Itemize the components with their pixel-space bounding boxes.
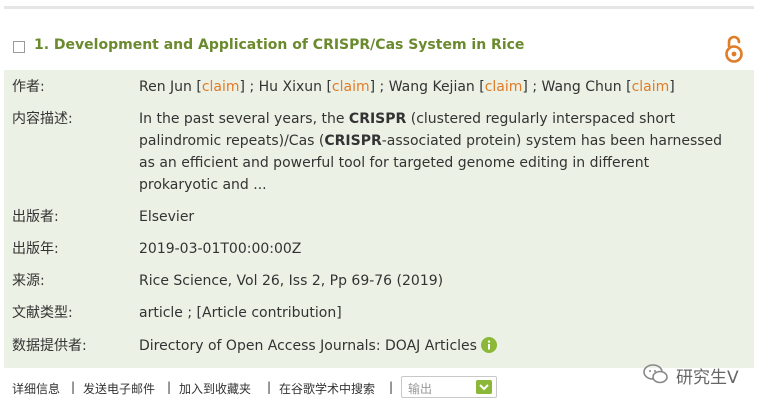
claim-link[interactable]: claim — [202, 79, 240, 95]
send-email-link[interactable]: 发送电子邮件 — [83, 380, 155, 397]
action-separator: | — [71, 380, 76, 394]
source-value: Rice Science, Vol 26, Iss 2, Pp 69-76 (2… — [139, 273, 444, 289]
source-label: 来源: — [12, 273, 45, 289]
watermark-text: 研究生V — [676, 368, 739, 388]
claim-link[interactable]: claim — [485, 79, 523, 95]
chevron-down-icon[interactable] — [476, 380, 492, 394]
author-separator: ; — [375, 79, 389, 95]
description-highlight: CRISPR — [348, 111, 407, 127]
provider-text: Directory of Open Access Journals: DOAJ … — [139, 338, 477, 354]
author-separator: ; — [245, 79, 259, 95]
doc-type-value: article ; [Article contribution] — [139, 305, 342, 321]
year-value: 2019-03-01T00:00:00Z — [139, 241, 302, 257]
action-separator: | — [389, 380, 394, 394]
action-separator: | — [167, 380, 172, 394]
authors-list: Ren Jun [claim] ; Hu Xixun [claim] ; Wan… — [139, 76, 729, 98]
author-name: Ren Jun — [139, 79, 197, 95]
provider-label: 数据提供者: — [12, 338, 87, 354]
publisher-label: 出版者: — [12, 209, 59, 225]
export-select-value: 输出 — [408, 382, 433, 396]
description-highlight: CRISPR — [324, 133, 382, 149]
details-link[interactable]: 详细信息 — [12, 380, 60, 397]
author-separator: ; — [527, 79, 542, 95]
result-title-link[interactable]: 1. Development and Application of CRISPR… — [34, 37, 524, 53]
authors-label: 作者: — [12, 79, 45, 95]
author-name: Hu Xixun — [258, 79, 327, 95]
author-name: Wang Chun — [541, 79, 627, 95]
export-select[interactable]: 输出 — [401, 376, 497, 398]
claim-link[interactable]: claim — [632, 79, 670, 95]
record-metadata: 作者: Ren Jun [claim] ; Hu Xixun [claim] ;… — [4, 70, 754, 368]
claim-bracket: ] — [669, 79, 675, 95]
result-card: 1. Development and Application of CRISPR… — [4, 24, 754, 368]
provider-value: Directory of Open Access Journals: DOAJ … — [139, 335, 729, 357]
top-divider — [4, 6, 754, 9]
wechat-icon — [643, 364, 668, 384]
info-icon[interactable] — [480, 337, 497, 353]
select-checkbox[interactable] — [13, 41, 25, 53]
author-name: Wang Kejian — [388, 79, 480, 95]
description-label: 内容描述: — [12, 111, 73, 127]
claim-link[interactable]: claim — [332, 79, 370, 95]
open-access-lock-icon — [725, 35, 743, 63]
google-scholar-link[interactable]: 在谷歌学术中搜索 — [279, 380, 375, 397]
description-part: In the past several years, the — [139, 111, 349, 127]
year-label: 出版年: — [12, 241, 59, 257]
result-title-row: 1. Development and Application of CRISPR… — [4, 24, 754, 70]
doc-type-label: 文献类型: — [12, 305, 73, 321]
publisher-value: Elsevier — [139, 209, 195, 225]
description-text: In the past several years, the CRISPR (c… — [139, 108, 729, 196]
add-to-favorites-link[interactable]: 加入到收藏夹 — [179, 380, 251, 397]
action-separator: | — [267, 380, 272, 394]
